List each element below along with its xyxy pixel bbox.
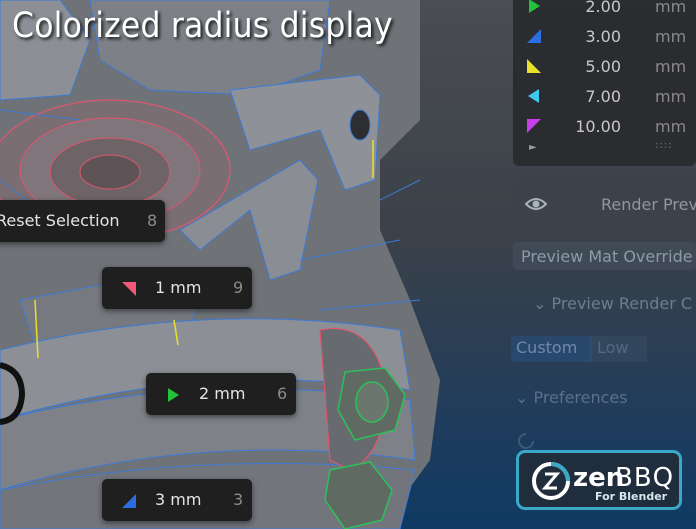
radius-3mm-icon [122, 494, 136, 508]
radius-unit: mm [655, 116, 687, 136]
eye-icon [525, 198, 547, 210]
radius-row[interactable]: 3.00 mm [513, 21, 696, 51]
radius-3mm-button[interactable]: 3 mm 3 [102, 479, 252, 521]
radius-value: 5.00 [585, 56, 621, 76]
radius-2mm-button[interactable]: 2 mm 6 [146, 373, 296, 415]
hotkey-label: 3 [233, 490, 244, 509]
render-preview-label: Render Prev [601, 195, 696, 214]
radius-unit: mm [655, 86, 687, 106]
resize-grip[interactable]: :::: [655, 140, 672, 151]
radius-value: 3.00 [585, 26, 621, 46]
radius-2mm-label: 2 mm [199, 384, 246, 403]
radius-unit: mm [655, 56, 687, 76]
zenbbq-logo: zen BBQ For Blender [516, 450, 682, 510]
preview-render-header[interactable]: ⌄ Preview Render C [533, 294, 692, 313]
preview-mat-override-field[interactable]: Preview Mat Override [513, 242, 696, 270]
page-title: Colorized radius display [12, 6, 393, 46]
radius-row[interactable]: 7.00 mm [513, 81, 696, 111]
hotkey-label: 8 [147, 211, 158, 230]
hotkey-label: 6 [277, 384, 288, 403]
radius-color-icon [529, 0, 540, 13]
radius-2mm-icon [168, 388, 179, 402]
preferences-header[interactable]: ⌄ Preferences [515, 388, 628, 407]
radius-unit: mm [655, 0, 687, 16]
reset-selection-label: Reset Selection [0, 211, 120, 230]
radius-color-icon [527, 59, 541, 73]
radius-row[interactable]: 10.00 mm [513, 111, 696, 141]
radius-list[interactable]: 2.00 mm 3.00 mm 5.00 mm 7.00 mm 10.00 mm… [513, 0, 696, 166]
preview-render-label: Preview Render C [551, 294, 693, 313]
expand-arrow-icon[interactable]: ► [529, 142, 537, 153]
radius-row[interactable]: 5.00 mm [513, 51, 696, 81]
preferences-label: Preferences [533, 388, 628, 407]
zenbbq-logo-icon [532, 462, 570, 500]
radius-1mm-label: 1 mm [155, 278, 202, 297]
chevron-down-icon: ⌄ [533, 294, 547, 313]
reset-selection-button[interactable]: Reset Selection 8 [0, 200, 165, 242]
radius-row[interactable]: 2.00 mm [513, 0, 696, 21]
radius-color-icon [527, 119, 541, 133]
logo-subtitle: For Blender [595, 490, 668, 503]
radius-color-icon [527, 29, 541, 43]
render-preview-toggle[interactable]: Render Prev [513, 176, 696, 233]
refresh-icon[interactable] [515, 430, 537, 452]
hotkey-label: 9 [233, 278, 244, 297]
low-segment-button[interactable]: Low [589, 336, 647, 362]
radius-value: 10.00 [575, 116, 621, 136]
radius-value: 7.00 [585, 86, 621, 106]
radius-3mm-label: 3 mm [155, 490, 202, 509]
radius-color-icon [528, 89, 539, 103]
logo-bbq-text: BBQ [615, 463, 675, 493]
radius-1mm-button[interactable]: 1 mm 9 [102, 267, 252, 309]
radius-value: 2.00 [585, 0, 621, 16]
radius-unit: mm [655, 26, 687, 46]
custom-segment-button[interactable]: Custom [511, 336, 592, 362]
chevron-down-icon: ⌄ [515, 388, 529, 407]
radius-1mm-icon [122, 282, 136, 296]
preview-mat-label: Preview Mat Override [521, 247, 693, 266]
